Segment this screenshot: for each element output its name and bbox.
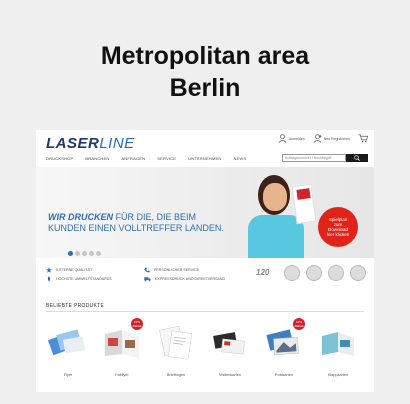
- hero-headline-1: WIR DRUCKEN FÜR DIE, DIE BEIM: [48, 212, 197, 222]
- slider-dot[interactable]: [82, 251, 87, 256]
- leaf-icon: [47, 276, 51, 282]
- feature-service: PERSÖNLICHER SERVICE: [144, 267, 199, 273]
- hero-photo-sign-label: [296, 188, 311, 200]
- seal-icon: [284, 265, 300, 281]
- caption-line-1: Metropolitan area: [100, 42, 310, 70]
- briefbogen-image: [159, 325, 192, 360]
- discount-badge: 10% Rabatt: [293, 318, 305, 330]
- cart-link[interactable]: [358, 134, 368, 143]
- slider-dots: [68, 251, 101, 256]
- hero-photo-face: [263, 183, 287, 211]
- truck-icon: [144, 277, 151, 282]
- product-briefbogen[interactable]: Briefbogen: [152, 318, 200, 380]
- nav-item-branchen[interactable]: BRANCHEN: [85, 156, 109, 161]
- register-icon: [313, 134, 322, 143]
- nav-item-news[interactable]: NEWS: [233, 156, 246, 161]
- site-logo[interactable]: LASERLINE: [46, 135, 135, 152]
- cart-icon: [358, 134, 368, 143]
- register-link[interactable]: Neu Registrieren: [313, 134, 350, 143]
- klappkarten-image: [322, 332, 354, 356]
- seal-120-years: 120: [256, 268, 270, 277]
- product-klappkarten[interactable]: Klappkarten: [314, 318, 362, 380]
- search-icon: [354, 155, 360, 161]
- slider-dot[interactable]: [89, 251, 94, 256]
- product-flyer[interactable]: Flyer: [44, 318, 92, 380]
- caption-line-2: Berlin: [169, 74, 241, 102]
- nav-item-anfragen[interactable]: ANFRAGEN: [121, 156, 145, 161]
- star-icon: [46, 267, 52, 273]
- seal-icon: [328, 265, 344, 281]
- certification-seals: 120: [256, 265, 366, 281]
- user-icon: [278, 134, 287, 143]
- search-input[interactable]: Auftragsnummer / Suchbegriff: [282, 154, 346, 162]
- product-visitenkarten[interactable]: Visitenkarten: [206, 318, 254, 380]
- website-screenshot: LASERLINE Anmelden Neu Registrieren DRUC…: [36, 130, 374, 392]
- nav-item-service[interactable]: SERVICE: [157, 156, 176, 161]
- slider-dot[interactable]: [68, 251, 73, 256]
- nav-item-unternehmen[interactable]: UNTERNEHMEN: [188, 156, 221, 161]
- phone-icon: [144, 267, 150, 273]
- nav-item-druckshop[interactable]: DRUCKSHOP: [46, 156, 73, 161]
- search-button[interactable]: [346, 154, 368, 162]
- product-list: Flyer 10% Rabatt Faltflyer Briefbogen Vi…: [44, 318, 362, 380]
- seal-icon: [306, 265, 322, 281]
- hero-headline-2: KUNDEN EINEN VOLLTREFFER LANDEN.: [48, 223, 224, 233]
- slider-dot[interactable]: [75, 251, 80, 256]
- slider-dot[interactable]: [96, 251, 101, 256]
- products-divider: [46, 311, 364, 312]
- register-label: Neu Registrieren: [323, 136, 350, 141]
- download-badge[interactable]: Spielplan zum Download hier klicken: [318, 207, 358, 247]
- feature-express: EXPRESSDRUCK UND DIREKTVERSAND: [144, 276, 225, 282]
- main-nav: DRUCKSHOP BRANCHEN ANFRAGEN SERVICE UNTE…: [46, 156, 258, 161]
- seal-icon: [350, 265, 366, 281]
- header-actions: Anmelden Neu Registrieren: [278, 134, 368, 143]
- discount-badge: 10% Rabatt: [131, 318, 143, 330]
- products-heading: BELIEBTE PRODUKTE: [46, 303, 105, 309]
- flyer-image: [48, 329, 86, 356]
- product-postkarten[interactable]: 10% Rabatt Postkarten: [260, 318, 308, 380]
- hero-banner[interactable]: WIR DRUCKEN FÜR DIE, DIE BEIM KUNDEN EIN…: [36, 167, 374, 258]
- login-link[interactable]: Anmelden: [278, 134, 305, 143]
- product-faltflyer[interactable]: 10% Rabatt Faltflyer: [98, 318, 146, 380]
- caption: Metropolitan area Berlin: [0, 40, 410, 104]
- visitenkarten-image: [213, 332, 245, 355]
- feature-environment: HÖCHSTE UMWELTSTANDARDS: [46, 276, 112, 282]
- login-label: Anmelden: [288, 136, 305, 141]
- feature-quality: 5 STERNE QUALITÄT: [46, 267, 92, 273]
